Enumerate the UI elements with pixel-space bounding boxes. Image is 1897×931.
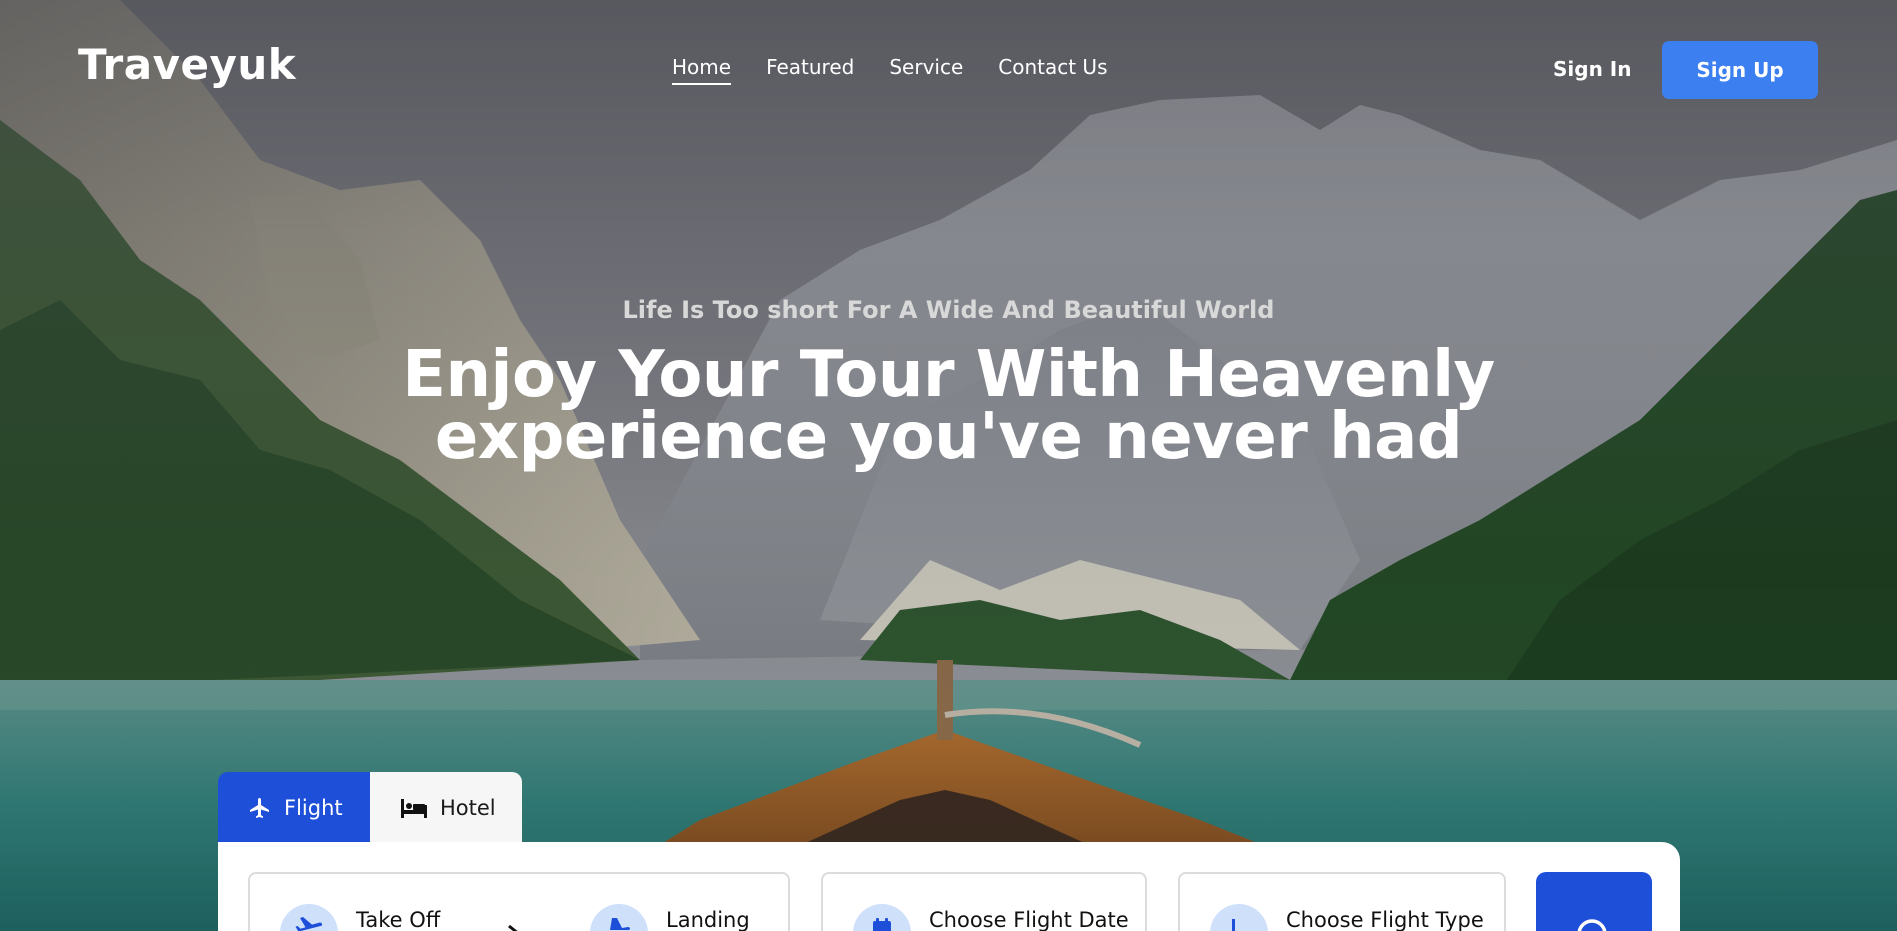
- airplane-icon: [250, 797, 269, 818]
- take-off-icon-badge: [280, 904, 338, 931]
- nav-link-contact-us[interactable]: Contact Us: [998, 55, 1107, 85]
- flight-date-label: Choose Flight Date: [929, 908, 1129, 931]
- calendar-icon: [873, 918, 891, 931]
- flight-date-field[interactable]: Choose Flight Date: [821, 872, 1147, 931]
- airplane-takeoff-icon: [295, 917, 323, 931]
- flight-type-label: Choose Flight Type: [1286, 908, 1484, 931]
- hero-headline: Enjoy Your Tour With Heavenly experience…: [0, 338, 1897, 474]
- hero-headline-line-2: experience you've never had: [434, 400, 1463, 474]
- flight-type-field[interactable]: Choose Flight Type: [1178, 872, 1506, 931]
- flight-type-icon-badge: [1210, 904, 1268, 931]
- sign-in-button[interactable]: Sign In: [1553, 57, 1631, 81]
- seat-icon: [1232, 919, 1244, 931]
- top-navigation: Traveyuk Home Featured Service Contact U…: [0, 0, 1897, 140]
- tab-hotel-label: Hotel: [440, 795, 496, 820]
- hero-headline-line-1: Enjoy Your Tour With Heavenly: [402, 338, 1495, 412]
- tab-flight-label: Flight: [284, 795, 343, 820]
- booking-tabs: Flight Hotel: [218, 772, 522, 843]
- nav-link-service[interactable]: Service: [889, 55, 963, 85]
- route-field[interactable]: Take Off Landing: [248, 872, 790, 931]
- search-icon: [1577, 919, 1607, 931]
- hero-tagline: Life Is Too short For A Wide And Beautif…: [622, 296, 1275, 324]
- main-menu: Home Featured Service Contact Us: [672, 55, 1108, 85]
- tab-hotel[interactable]: Hotel: [370, 772, 522, 843]
- brand-logo[interactable]: Traveyuk: [78, 40, 296, 89]
- bed-icon: [401, 798, 427, 818]
- date-icon-badge: [853, 904, 911, 931]
- take-off-label: Take Off: [356, 908, 441, 931]
- sign-up-button[interactable]: Sign Up: [1662, 41, 1818, 99]
- booking-panel: Take Off Landing Choose Flight Date Choo: [218, 842, 1680, 931]
- airplane-landing-icon: [610, 918, 630, 930]
- landing-label: Landing: [666, 908, 750, 931]
- arrow-right-icon: [508, 924, 518, 931]
- tab-flight[interactable]: Flight: [218, 772, 370, 843]
- landing-icon-badge: [590, 904, 648, 931]
- nav-link-featured[interactable]: Featured: [766, 55, 854, 85]
- search-button[interactable]: [1536, 872, 1652, 931]
- nav-link-home[interactable]: Home: [672, 55, 732, 85]
